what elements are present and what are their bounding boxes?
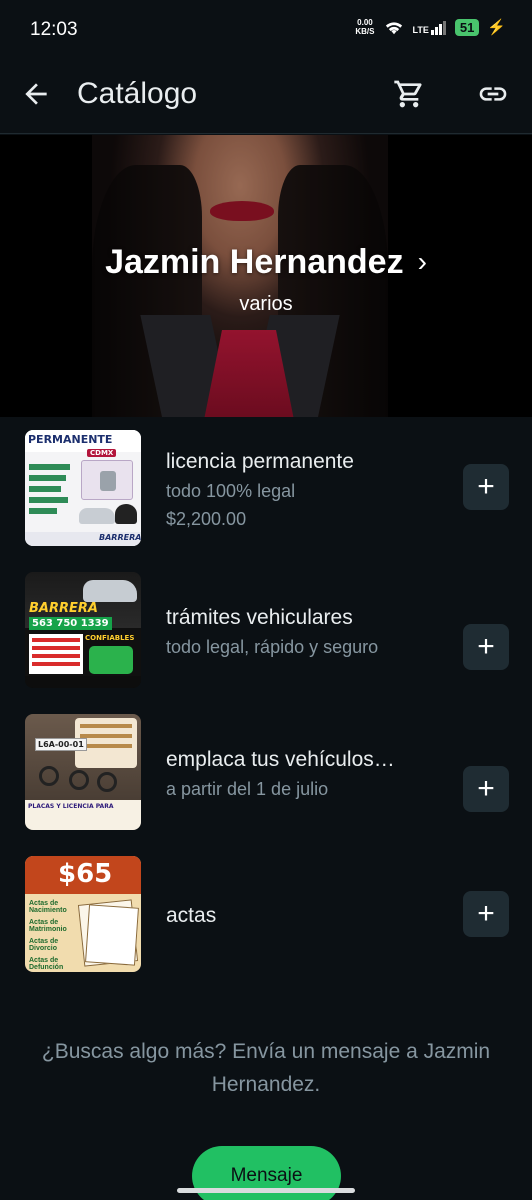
product-thumbnail: BARRERA 563 750 1339 CONFIABLES [25,572,141,688]
share-link-button[interactable] [477,78,509,110]
product-description: todo legal, rápido y seguro [166,637,379,657]
cart-icon [394,80,422,108]
product-thumbnail: $65 Actas de Nacimiento Actas de Matrimo… [25,856,141,972]
product-price: $2,200.00 [166,509,247,529]
arrow-back-icon [25,83,47,105]
plus-icon: + [477,897,495,930]
product-item[interactable]: PERMANENTE CDMX BARRERA licencia permane… [0,417,532,557]
plus-icon: + [477,772,495,805]
business-name[interactable]: Jazmin Hernandez › [0,243,532,282]
product-name: emplaca tus vehículos… [166,748,395,771]
product-item[interactable]: $65 Actas de Nacimiento Actas de Matrimo… [0,843,532,983]
add-to-cart-button[interactable]: + [463,624,509,670]
link-icon [479,87,507,101]
cart-button[interactable] [393,78,425,110]
business-description: varios [239,293,293,315]
business-header[interactable]: Jazmin Hernandez › varios [0,135,532,417]
product-description: a partir del 1 de julio [166,779,329,799]
cell-signal: LTE [413,19,447,35]
product-thumbnail: L6A-00-01 PLACAS Y LICENCIA PARA [25,714,141,830]
wifi-icon [385,22,402,35]
product-name: licencia permanente [166,450,354,473]
plus-icon: + [477,630,495,663]
add-to-cart-button[interactable]: + [463,891,509,937]
product-item[interactable]: L6A-00-01 PLACAS Y LICENCIA PARA emplaca… [0,701,532,841]
more-products-message: ¿Buscas algo más? Envía un mensaje a Jaz… [41,1040,491,1096]
product-name: actas [166,904,217,927]
plus-icon: + [477,470,495,503]
battery-indicator: 51 [454,18,480,36]
add-to-cart-button[interactable]: + [463,464,509,510]
status-time: 12:03 [30,19,78,40]
status-bar: 12:03 0.00 KB/S LTE 51 ⚡ [0,0,532,60]
product-item[interactable]: BARRERA 563 750 1339 CONFIABLES trámites… [0,559,532,699]
product-thumbnail: PERMANENTE CDMX BARRERA [25,430,141,546]
charging-icon: ⚡ [487,19,506,36]
chevron-right-icon: › [417,246,427,277]
app-bar: Catálogo [0,60,532,134]
signal-icon [430,21,446,35]
page-title: Catálogo [77,77,198,110]
gesture-navigation-handle[interactable] [177,1188,355,1193]
product-name: trámites vehiculares [166,606,353,629]
network-speed: 0.00 KB/S [355,18,375,36]
product-description: todo 100% legal [166,481,296,501]
network-type: LTE [412,25,429,35]
status-icons: 0.00 KB/S LTE 51 ⚡ [355,18,506,36]
add-to-cart-button[interactable]: + [463,766,509,812]
back-button[interactable] [20,78,52,110]
